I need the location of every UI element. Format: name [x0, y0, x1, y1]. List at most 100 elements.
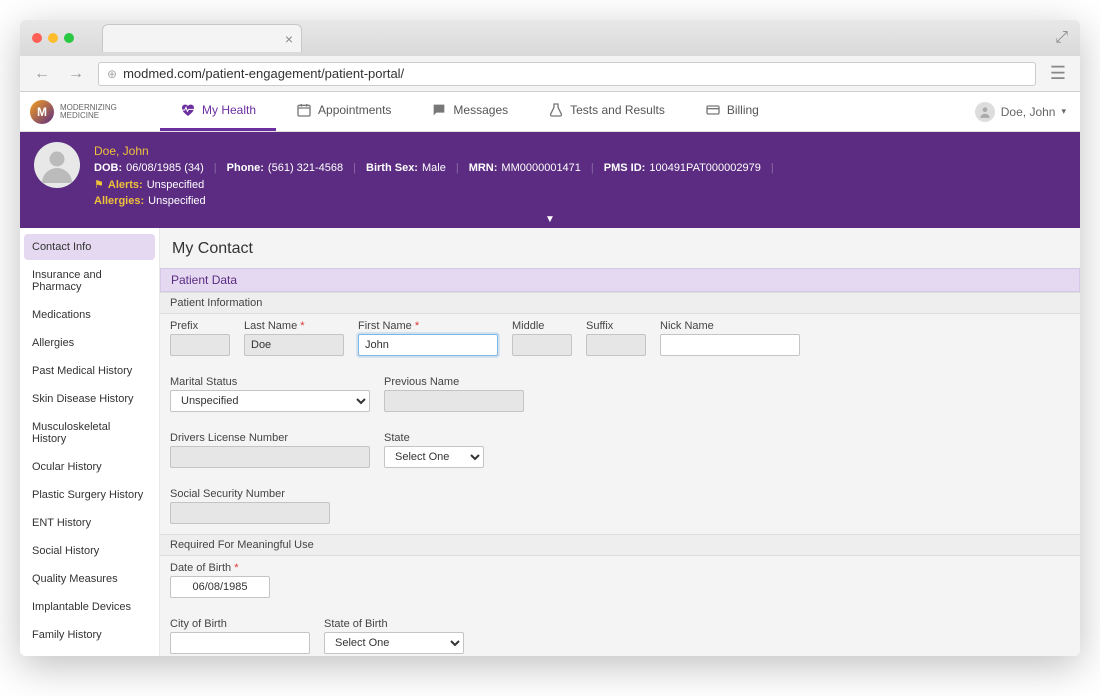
- sidebar-item-insurance-pharmacy[interactable]: Insurance and Pharmacy: [24, 262, 155, 300]
- nav-label: Messages: [453, 103, 508, 117]
- sex-label: Birth Sex:: [366, 160, 418, 177]
- menu-icon[interactable]: ☰: [1046, 63, 1070, 84]
- close-window-icon[interactable]: [32, 33, 42, 43]
- user-menu[interactable]: Doe, John ▾: [961, 92, 1080, 131]
- label-marital-status: Marital Status: [170, 376, 370, 388]
- back-icon[interactable]: ←: [30, 63, 54, 85]
- site-icon: ⊕: [107, 67, 117, 81]
- dob-label: DOB:: [94, 160, 122, 177]
- alerts-value: Unspecified: [147, 177, 204, 194]
- phone-value: (561) 321-4568: [268, 160, 343, 177]
- input-last-name[interactable]: [244, 334, 344, 356]
- window-controls: [32, 33, 74, 43]
- field-state: State Select One: [384, 432, 484, 468]
- label-city-of-birth: City of Birth: [170, 618, 310, 630]
- flag-icon: ⚑: [94, 177, 104, 194]
- sidebar-item-contact-info[interactable]: Contact Info: [24, 234, 155, 260]
- minimize-window-icon[interactable]: [48, 33, 58, 43]
- nav-appointments[interactable]: Appointments: [276, 92, 411, 131]
- sidebar-item-past-medical[interactable]: Past Medical History: [24, 358, 155, 384]
- sidebar-item-implantable[interactable]: Implantable Devices: [24, 594, 155, 620]
- label-prefix: Prefix: [170, 320, 230, 332]
- sidebar-item-allergies[interactable]: Allergies: [24, 330, 155, 356]
- patient-banner: Doe, John DOB: 06/08/1985 (34) | Phone: …: [20, 132, 1080, 214]
- allergies-value: Unspecified: [148, 193, 205, 210]
- app-logo[interactable]: M MODERNIZING MEDICINE: [20, 92, 160, 131]
- nav-billing[interactable]: Billing: [685, 92, 779, 131]
- app-header: M MODERNIZING MEDICINE My Health Appoint…: [20, 92, 1080, 132]
- card-icon: [705, 102, 721, 118]
- sidebar-item-family-history[interactable]: Family History: [24, 622, 155, 648]
- meaningful-use-form: Date of Birth * City of Birth State of B…: [160, 556, 1080, 657]
- sidebar-item-ocular[interactable]: Ocular History: [24, 454, 155, 480]
- nav-messages[interactable]: Messages: [411, 92, 528, 131]
- subsection-patient-information: Patient Information: [160, 292, 1080, 314]
- forward-icon[interactable]: →: [64, 63, 88, 85]
- sidebar: Contact Info Insurance and Pharmacy Medi…: [20, 228, 160, 657]
- patient-avatar: [34, 142, 80, 188]
- select-state-of-birth[interactable]: Select One: [324, 632, 464, 654]
- maximize-window-icon[interactable]: [64, 33, 74, 43]
- input-middle[interactable]: [512, 334, 572, 356]
- sidebar-item-problem-list[interactable]: Problem List: [24, 650, 155, 657]
- select-marital-status[interactable]: Unspecified: [170, 390, 370, 412]
- sidebar-item-skin-history[interactable]: Skin Disease History: [24, 386, 155, 412]
- top-nav: My Health Appointments Messages Tests an…: [160, 92, 961, 131]
- pms-label: PMS ID:: [604, 160, 646, 177]
- user-name: Doe, John: [1001, 105, 1056, 119]
- chevron-down-icon: ▾: [1061, 106, 1066, 117]
- nav-tests[interactable]: Tests and Results: [528, 92, 685, 131]
- label-first-name: First Name *: [358, 320, 498, 332]
- app-body: Contact Info Insurance and Pharmacy Medi…: [20, 228, 1080, 657]
- browser-tab[interactable]: ×: [102, 24, 302, 52]
- field-city-of-birth: City of Birth: [170, 618, 310, 654]
- patient-name: Doe, John: [94, 142, 780, 160]
- field-previous-name: Previous Name: [384, 376, 524, 412]
- field-prefix: Prefix: [170, 320, 230, 356]
- banner-collapse-toggle[interactable]: ▼: [20, 214, 1080, 228]
- url-bar[interactable]: ⊕ modmed.com/patient-engagement/patient-…: [98, 62, 1036, 86]
- nav-label: Billing: [727, 103, 759, 117]
- subsection-meaningful-use: Required For Meaningful Use: [160, 534, 1080, 556]
- avatar-icon: [975, 102, 995, 122]
- nav-label: My Health: [202, 103, 256, 117]
- field-marital-status: Marital Status Unspecified: [170, 376, 370, 412]
- field-middle: Middle: [512, 320, 572, 356]
- sidebar-item-medications[interactable]: Medications: [24, 302, 155, 328]
- flask-icon: [548, 102, 564, 118]
- input-city-of-birth[interactable]: [170, 632, 310, 654]
- nav-label: Appointments: [318, 103, 391, 117]
- close-tab-icon[interactable]: ×: [285, 31, 293, 47]
- popout-icon[interactable]: ⤢: [1055, 29, 1068, 47]
- nav-label: Tests and Results: [570, 103, 665, 117]
- input-prefix[interactable]: [170, 334, 230, 356]
- select-state[interactable]: Select One: [384, 446, 484, 468]
- input-suffix[interactable]: [586, 334, 646, 356]
- input-previous-name[interactable]: [384, 390, 524, 412]
- input-nick-name[interactable]: [660, 334, 800, 356]
- input-first-name[interactable]: [358, 334, 498, 356]
- label-previous-name: Previous Name: [384, 376, 524, 388]
- sidebar-item-quality-measures[interactable]: Quality Measures: [24, 566, 155, 592]
- input-drivers-license[interactable]: [170, 446, 370, 468]
- field-suffix: Suffix: [586, 320, 646, 356]
- input-dob[interactable]: [170, 576, 270, 598]
- alerts-label: Alerts:: [108, 177, 143, 194]
- field-last-name: Last Name *: [244, 320, 344, 356]
- sex-value: Male: [422, 160, 446, 177]
- sidebar-item-musculoskeletal[interactable]: Musculoskeletal History: [24, 414, 155, 452]
- logo-mark-icon: M: [30, 100, 54, 124]
- browser-window: × ⤢ ← → ⊕ modmed.com/patient-engagement/…: [20, 20, 1080, 656]
- mrn-label: MRN:: [469, 160, 498, 177]
- label-last-name: Last Name *: [244, 320, 344, 332]
- nav-my-health[interactable]: My Health: [160, 92, 276, 131]
- pms-value: 100491PAT000002979: [649, 160, 761, 177]
- logo-text: MODERNIZING MEDICINE: [60, 104, 117, 120]
- sidebar-item-ent[interactable]: ENT History: [24, 510, 155, 536]
- chat-icon: [431, 102, 447, 118]
- input-ssn[interactable]: [170, 502, 330, 524]
- sidebar-item-plastic-surgery[interactable]: Plastic Surgery History: [24, 482, 155, 508]
- section-patient-data: Patient Data: [160, 268, 1080, 292]
- browser-toolbar: ← → ⊕ modmed.com/patient-engagement/pati…: [20, 56, 1080, 92]
- sidebar-item-social[interactable]: Social History: [24, 538, 155, 564]
